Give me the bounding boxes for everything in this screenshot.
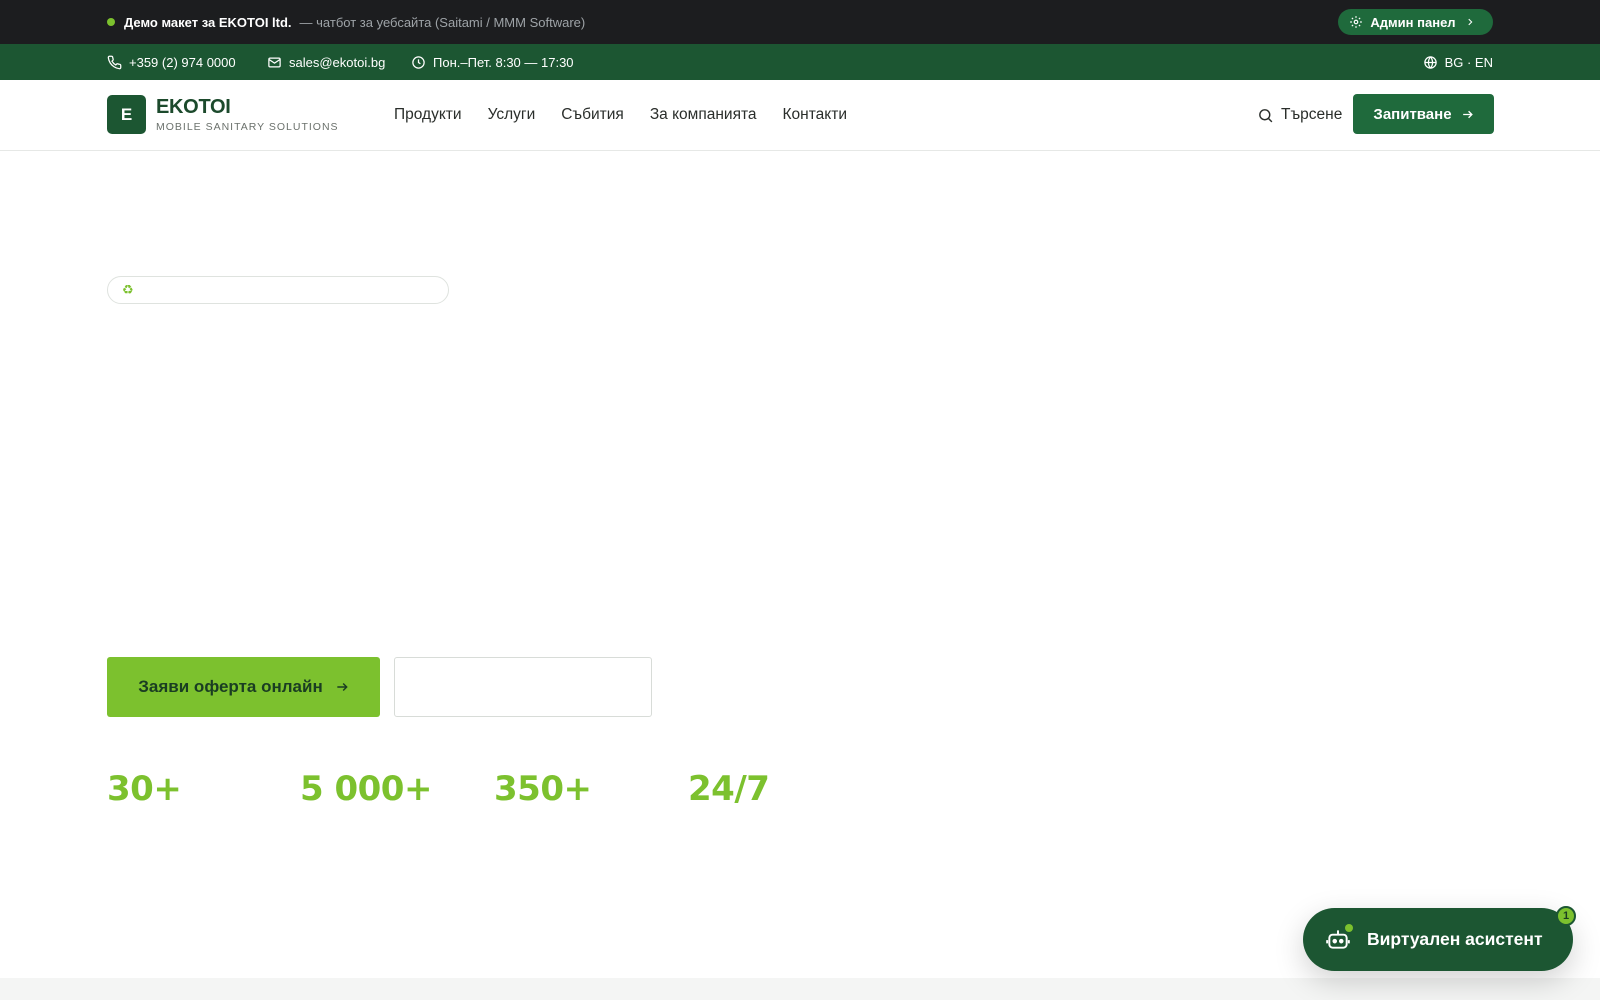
clock-icon xyxy=(412,55,425,69)
phone-number: +359 (2) 974 0000 xyxy=(129,54,236,70)
gear-icon xyxy=(1350,16,1363,28)
globe-icon xyxy=(1423,55,1437,69)
status-dot xyxy=(107,18,115,26)
inquiry-label: Запитване xyxy=(1373,105,1452,123)
logo[interactable]: E EKOTOI MOBILE SANITARY SOLUTIONS xyxy=(107,95,339,134)
hours-text: Пон.–Пет. 8:30 — 17:30 xyxy=(433,54,574,70)
email-address: sales@ekotoi.bg xyxy=(289,54,386,70)
admin-panel-label: Админ панел xyxy=(1370,14,1456,30)
chevron-right-icon xyxy=(1467,18,1472,26)
mail-icon xyxy=(268,57,281,67)
stat-support: 24/7 xyxy=(688,769,770,809)
nav-item-products[interactable]: Продукти xyxy=(394,106,462,124)
logo-text: EKOTOI MOBILE SANITARY SOLUTIONS xyxy=(156,97,339,133)
logo-name: EKOTOI xyxy=(156,95,231,118)
stat-units: 5 000+ xyxy=(300,769,432,809)
search-label: Търсене xyxy=(1281,106,1343,123)
arrow-right-icon xyxy=(1462,110,1473,118)
logo-tagline: MOBILE SANITARY SOLUTIONS xyxy=(156,120,339,133)
demo-title: Демо макет за EKOTOI ltd. xyxy=(124,14,292,30)
nav-item-about[interactable]: За компанията xyxy=(650,106,757,124)
notification-badge: 1 xyxy=(1556,906,1576,926)
request-offer-button[interactable]: Заяви оферта онлайн xyxy=(107,657,380,717)
logo-mark: E xyxy=(107,95,146,134)
bot-icon-wrap xyxy=(1325,923,1353,954)
working-hours: Пон.–Пет. 8:30 — 17:30 xyxy=(411,44,574,80)
demo-subtitle: — чатбот за уебсайта (Saitami / MMM Soft… xyxy=(299,14,586,30)
arrow-right-icon xyxy=(337,682,348,692)
site-header: E EKOTOI MOBILE SANITARY SOLUTIONS Проду… xyxy=(0,80,1600,151)
request-offer-label: Заяви оферта онлайн xyxy=(138,677,323,696)
nav-item-events[interactable]: Събития xyxy=(561,106,624,124)
language-label: BG · EN xyxy=(1444,54,1493,70)
inquiry-button[interactable]: Запитване xyxy=(1353,94,1494,134)
main-nav: Продукти Услуги Събития За компанията Ко… xyxy=(394,80,847,150)
search-button[interactable]: Търсене xyxy=(1257,80,1342,150)
online-dot xyxy=(1345,923,1353,932)
hero-eyebrow-pill: ♻ xyxy=(107,276,449,304)
virtual-assistant-label: Виртуален асистент xyxy=(1367,929,1543,949)
stat-years: 30+ xyxy=(107,769,182,809)
phone-link[interactable]: +359 (2) 974 0000 xyxy=(107,44,236,80)
secondary-cta-button[interactable] xyxy=(394,657,652,717)
stat-clients: 350+ xyxy=(494,769,592,809)
email-link[interactable]: sales@ekotoi.bg xyxy=(267,44,385,80)
demo-bar: Демо макет за EKOTOI ltd. — чатбот за уе… xyxy=(0,0,1600,44)
contact-bar: +359 (2) 974 0000 sales@ekotoi.bg Пон.–П… xyxy=(0,44,1600,80)
admin-panel-button[interactable]: Админ панел xyxy=(1338,9,1493,35)
nav-item-services[interactable]: Услуги xyxy=(488,106,536,124)
section-divider xyxy=(0,978,1600,1000)
phone-icon xyxy=(107,55,122,69)
language-switcher[interactable]: BG · EN xyxy=(1423,44,1493,80)
demo-notice: Демо макет за EKOTOI ltd. — чатбот за уе… xyxy=(107,0,585,44)
nav-item-contacts[interactable]: Контакти xyxy=(783,106,847,124)
search-icon xyxy=(1259,108,1273,122)
virtual-assistant-button[interactable]: Виртуален асистент xyxy=(1303,908,1573,971)
recycle-icon: ♻ xyxy=(122,282,134,297)
